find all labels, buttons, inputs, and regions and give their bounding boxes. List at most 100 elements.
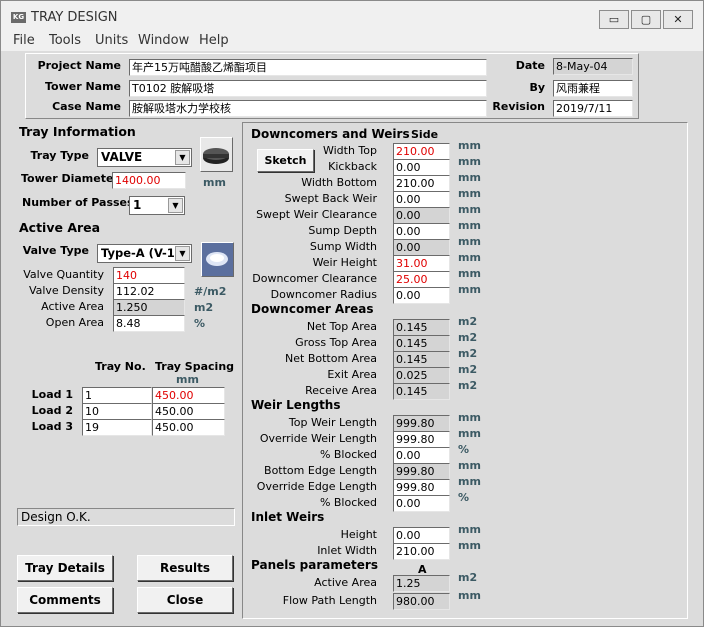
weir-length-field[interactable]: 0.00 bbox=[393, 495, 450, 512]
valve-icon bbox=[202, 243, 233, 276]
downcomer-area-field: 0.025 bbox=[393, 367, 450, 384]
downcomer-area-unit: m2 bbox=[458, 331, 478, 344]
tower-name-field[interactable]: T0102 胺解吸塔 bbox=[129, 80, 487, 97]
tower-diameter-label: Tower Diameter bbox=[21, 172, 119, 185]
tray-type-select[interactable]: VALVE ▼ bbox=[97, 148, 192, 167]
load-spacing-field[interactable]: 450.00 bbox=[152, 419, 225, 436]
weir-length-field[interactable]: 0.00 bbox=[393, 447, 450, 464]
downcomer-field[interactable]: 0.00 bbox=[393, 287, 450, 304]
downcomer-areas-heading: Downcomer Areas bbox=[251, 302, 374, 316]
open-area-field[interactable]: 8.48 bbox=[113, 315, 185, 332]
downcomer-label: Sump Depth bbox=[308, 224, 377, 237]
status-bar: Design O.K. bbox=[17, 508, 235, 526]
project-name-label: Project Name bbox=[37, 59, 121, 72]
load-spacing-field[interactable]: 450.00 bbox=[152, 403, 225, 420]
valve-density-field[interactable]: 112.02 bbox=[113, 283, 185, 300]
load-tray-field[interactable]: 19 bbox=[82, 419, 152, 436]
weir-length-field[interactable]: 999.80 bbox=[393, 431, 450, 448]
chevron-down-icon[interactable]: ▼ bbox=[175, 246, 190, 261]
load-tray-field[interactable]: 1 bbox=[82, 387, 152, 404]
inlet-weir-unit: mm bbox=[458, 539, 481, 552]
inlet-weir-field[interactable]: 0.00 bbox=[393, 527, 450, 544]
downcomer-unit: mm bbox=[458, 203, 481, 216]
valve-density-unit: #/m2 bbox=[194, 285, 227, 298]
load-label: Load 2 bbox=[31, 404, 73, 417]
weir-length-label: Top Weir Length bbox=[288, 416, 377, 429]
downcomer-unit: mm bbox=[458, 267, 481, 280]
menu-tools[interactable]: Tools bbox=[49, 33, 81, 48]
menu-window[interactable]: Window bbox=[138, 33, 189, 48]
downcomer-field[interactable]: 31.00 bbox=[393, 255, 450, 272]
tray-image-button[interactable] bbox=[200, 137, 233, 172]
panel-label: Flow Path Length bbox=[282, 594, 377, 607]
title-bar[interactable]: KG TRAY DESIGN ▭ ▢ ✕ bbox=[1, 1, 703, 31]
menu-file[interactable]: File bbox=[13, 33, 35, 48]
results-button[interactable]: Results bbox=[137, 555, 233, 581]
downcomer-field[interactable]: 25.00 bbox=[393, 271, 450, 288]
downcomer-area-label: Net Top Area bbox=[306, 320, 377, 333]
passes-select[interactable]: 1 ▼ bbox=[129, 196, 185, 215]
project-name-field[interactable]: 年产15万吨醋酸乙烯酯项目 bbox=[129, 59, 487, 76]
downcomer-label: Swept Back Weir bbox=[284, 192, 377, 205]
downcomer-field: 0.00 bbox=[393, 239, 450, 256]
inlet-weirs-heading: Inlet Weirs bbox=[251, 510, 325, 524]
downcomer-unit: mm bbox=[458, 171, 481, 184]
panels-heading: Panels parameters bbox=[251, 558, 378, 572]
weir-length-label: Override Edge Length bbox=[256, 480, 377, 493]
panel-unit: m2 bbox=[458, 571, 478, 584]
downcomer-area-field: 0.145 bbox=[393, 335, 450, 352]
tray-design-window: KG TRAY DESIGN ▭ ▢ ✕ File Tools Units Wi… bbox=[0, 0, 704, 627]
downcomer-field[interactable]: 0.00 bbox=[393, 159, 450, 176]
valve-quantity-field[interactable]: 140 bbox=[113, 267, 185, 284]
tower-diameter-field[interactable]: 1400.00 bbox=[112, 172, 186, 189]
case-name-label: Case Name bbox=[52, 100, 121, 113]
downcomer-field[interactable]: 210.00 bbox=[393, 143, 450, 160]
by-label: By bbox=[529, 81, 545, 94]
close-window-button[interactable]: ✕ bbox=[663, 10, 693, 29]
downcomer-area-field: 0.145 bbox=[393, 383, 450, 400]
downcomer-area-label: Net Bottom Area bbox=[285, 352, 377, 365]
by-field[interactable]: 风雨兼程 bbox=[553, 80, 633, 97]
inlet-weir-unit: mm bbox=[458, 523, 481, 536]
menu-units[interactable]: Units bbox=[95, 33, 128, 48]
open-area-unit: % bbox=[194, 317, 206, 330]
tray-info-heading: Tray Information bbox=[19, 124, 136, 139]
case-name-field[interactable]: 胺解吸塔水力学校核 bbox=[129, 100, 487, 117]
downcomer-label: Swept Weir Clearance bbox=[256, 208, 377, 221]
downcomer-field[interactable]: 0.00 bbox=[393, 191, 450, 208]
maximize-button[interactable]: ▢ bbox=[631, 10, 661, 29]
valve-type-select[interactable]: Type-A (V-1) ▼ bbox=[97, 244, 192, 263]
weir-length-field[interactable]: 999.80 bbox=[393, 479, 450, 496]
downcomer-label: Sump Width bbox=[309, 240, 377, 253]
comments-button[interactable]: Comments bbox=[17, 587, 113, 613]
menu-help[interactable]: Help bbox=[199, 33, 229, 48]
downcomer-label: Downcomer Clearance bbox=[252, 272, 377, 285]
downcomer-field[interactable]: 0.00 bbox=[393, 223, 450, 240]
active-row-label: Valve Density bbox=[28, 284, 104, 297]
side-header: Side bbox=[411, 128, 439, 141]
revision-label: Revision bbox=[492, 100, 545, 113]
load-spacing-field[interactable]: 450.00 bbox=[152, 387, 225, 404]
downcomer-area-unit: m2 bbox=[458, 315, 478, 328]
downcomer-label: Kickback bbox=[328, 160, 377, 173]
app-icon: KG bbox=[11, 12, 26, 23]
minimize-button[interactable]: ▭ bbox=[599, 10, 629, 29]
revision-field[interactable]: 2019/7/11 bbox=[553, 100, 633, 117]
downcomer-label: Width Top bbox=[322, 144, 377, 157]
tray-spacing-unit: mm bbox=[176, 373, 199, 386]
tray-details-button[interactable]: Tray Details bbox=[17, 555, 113, 581]
inlet-weir-field[interactable]: 210.00 bbox=[393, 543, 450, 560]
chevron-down-icon[interactable]: ▼ bbox=[175, 150, 190, 165]
chevron-down-icon[interactable]: ▼ bbox=[168, 198, 183, 213]
downcomer-label: Weir Height bbox=[312, 256, 377, 269]
close-button[interactable]: Close bbox=[137, 587, 233, 613]
valve-image-button[interactable] bbox=[201, 242, 234, 277]
load-label: Load 3 bbox=[31, 420, 73, 433]
downcomer-field[interactable]: 210.00 bbox=[393, 175, 450, 192]
weir-length-field: 999.80 bbox=[393, 463, 450, 480]
load-tray-field[interactable]: 10 bbox=[82, 403, 152, 420]
weir-length-label: % Blocked bbox=[319, 448, 377, 461]
valve-type-value: Type-A (V-1) bbox=[101, 246, 181, 260]
downcomer-label: Downcomer Radius bbox=[270, 288, 377, 301]
active-row-label: Open Area bbox=[45, 316, 104, 329]
